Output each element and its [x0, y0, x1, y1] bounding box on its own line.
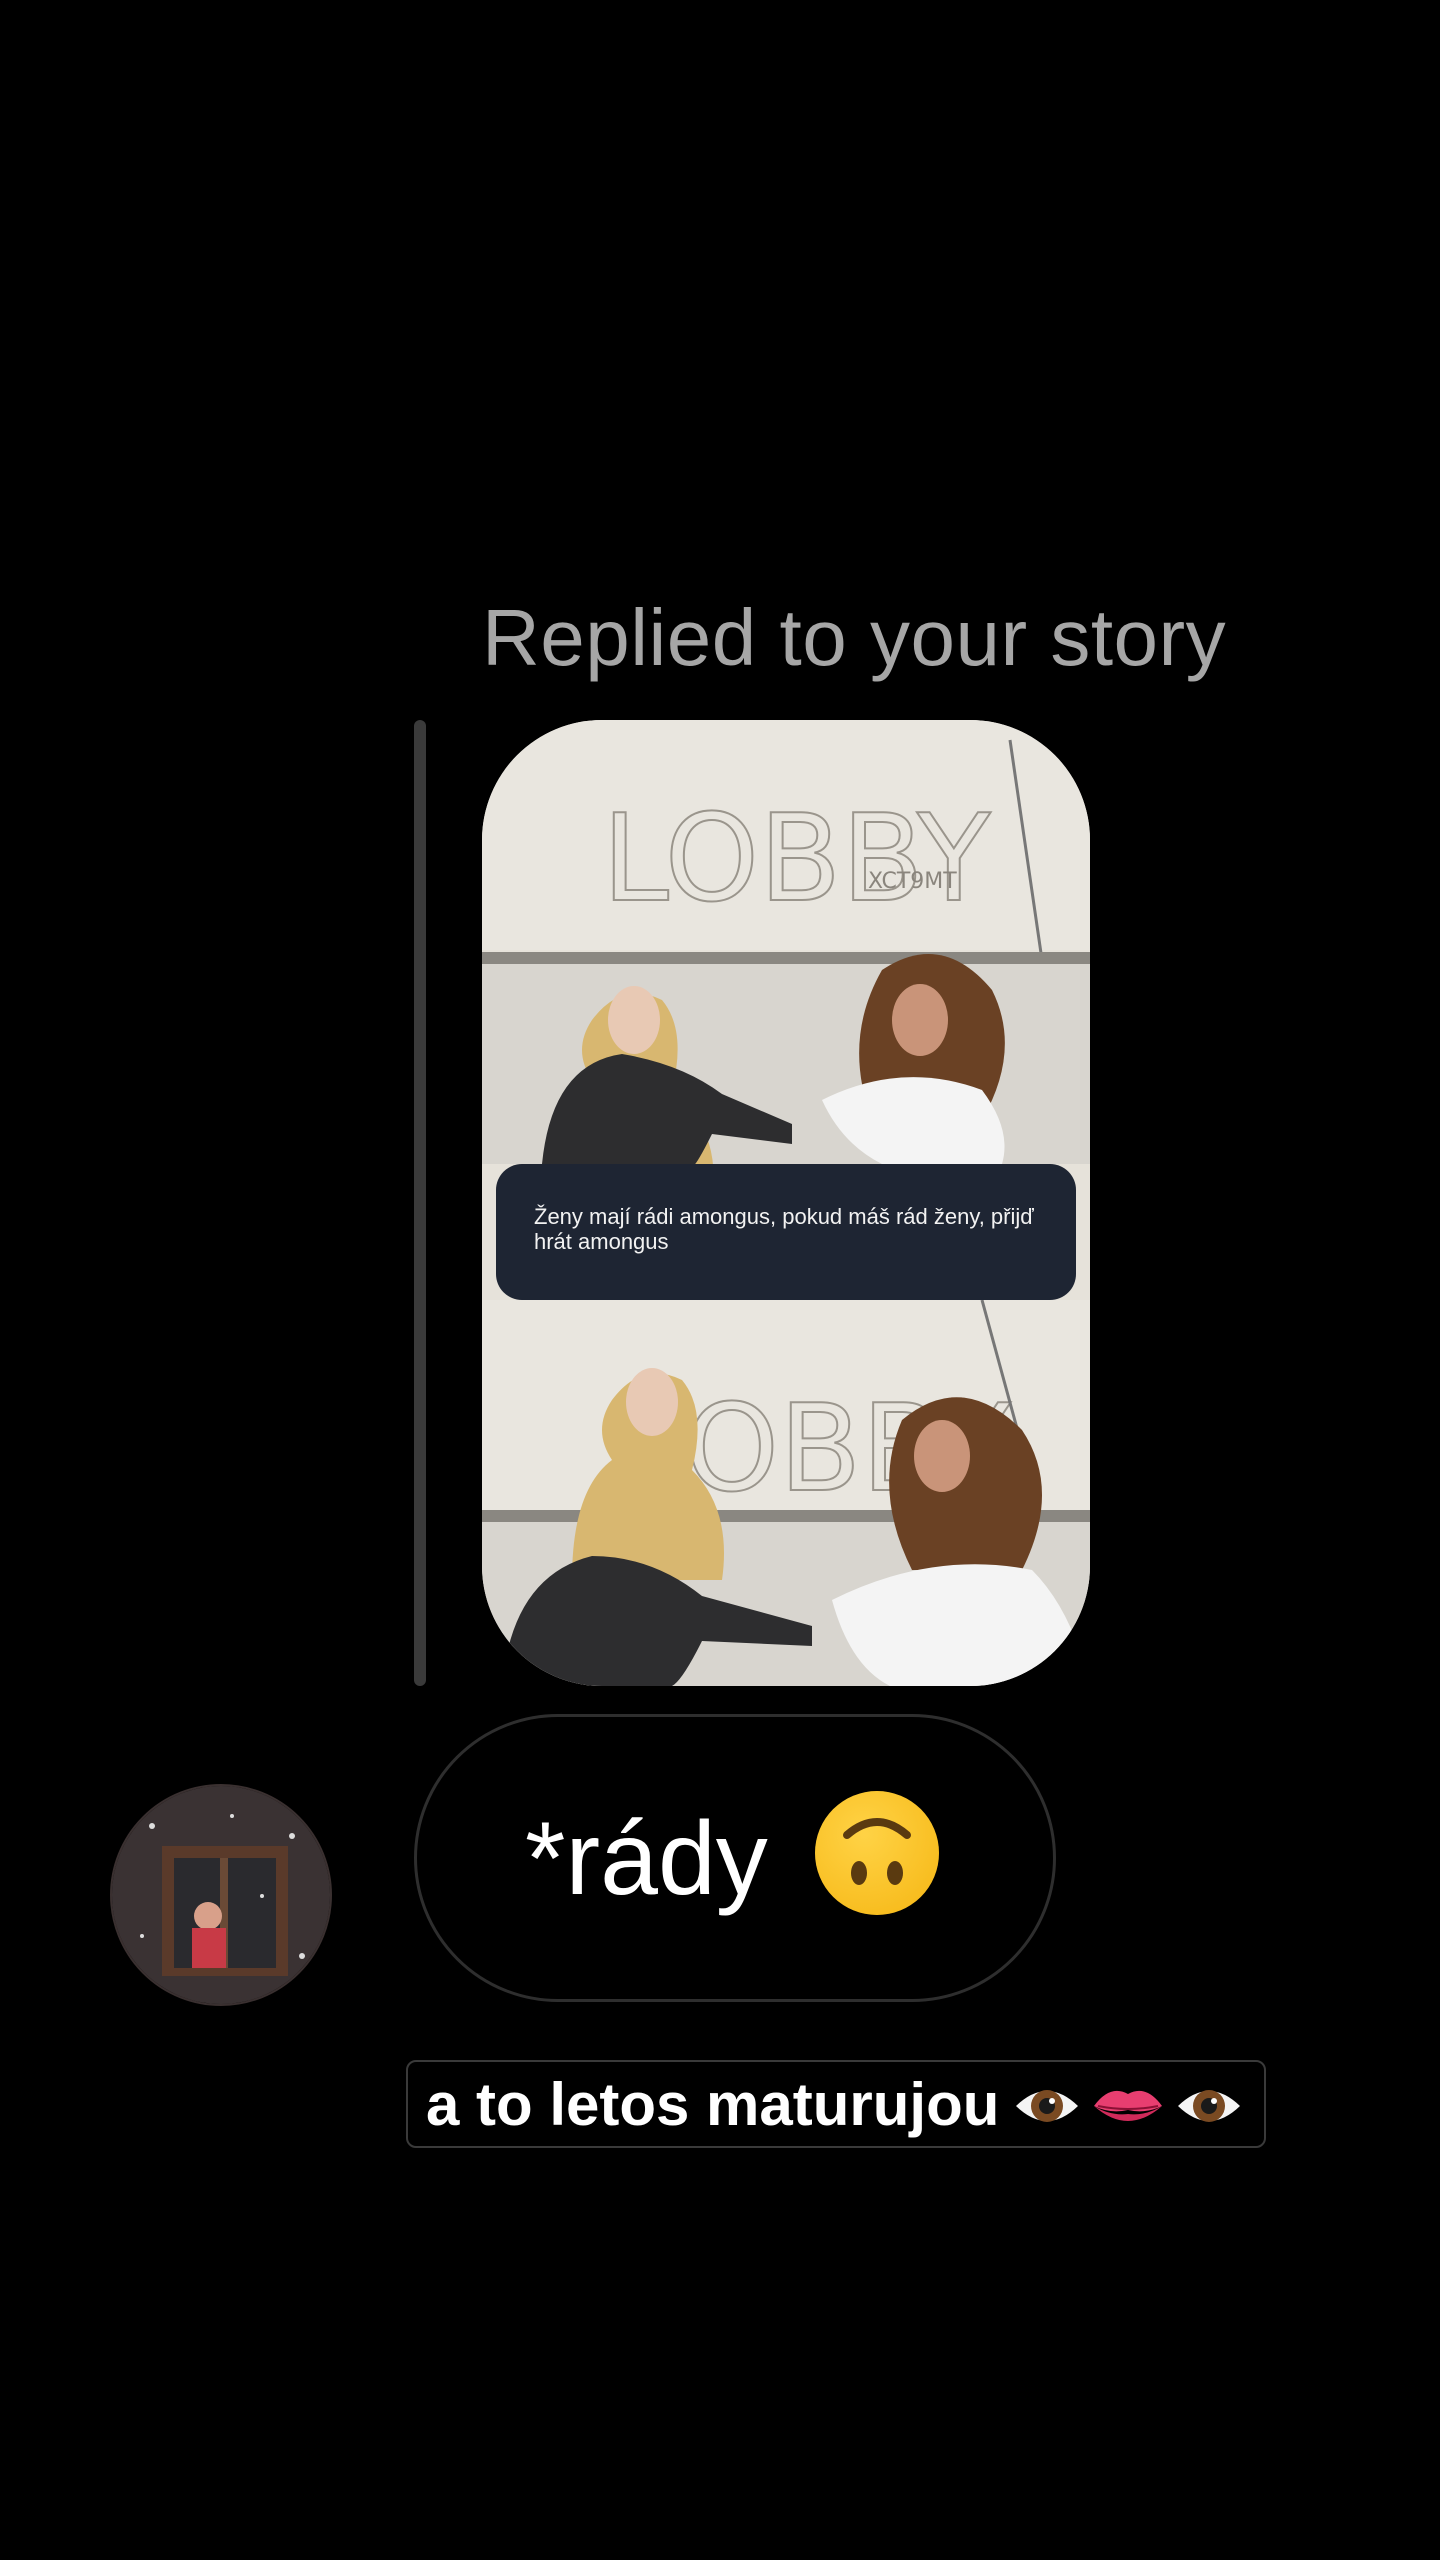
lips-icon [1090, 2076, 1166, 2141]
caption-emojis [1012, 2076, 1244, 2141]
caption-sticker: a to letos maturujou [406, 2060, 1266, 2148]
question-sticker: Ženy mají rádi amongus, pokud máš rád že… [496, 1164, 1076, 1300]
whiteboard-tag: XCT9MT [868, 869, 957, 894]
caption-text: a to letos maturujou [426, 2071, 1000, 2138]
quote-bar [414, 720, 426, 1686]
message-text: *rády [525, 1801, 768, 1917]
whiteboard-text: LOBBY [602, 790, 991, 929]
eye-icon [1174, 2076, 1244, 2141]
eye-icon [1012, 2076, 1082, 2141]
message-bubble[interactable]: *rády [414, 1714, 1056, 2002]
upside-down-face-icon [813, 1789, 941, 1917]
story-reply-header: Replied to your story [482, 593, 1227, 682]
avatar[interactable] [110, 1784, 332, 2006]
story-preview[interactable]: LOBBY XCT9MT LOBBY Ženy mají rádi amongu… [482, 720, 1090, 1686]
